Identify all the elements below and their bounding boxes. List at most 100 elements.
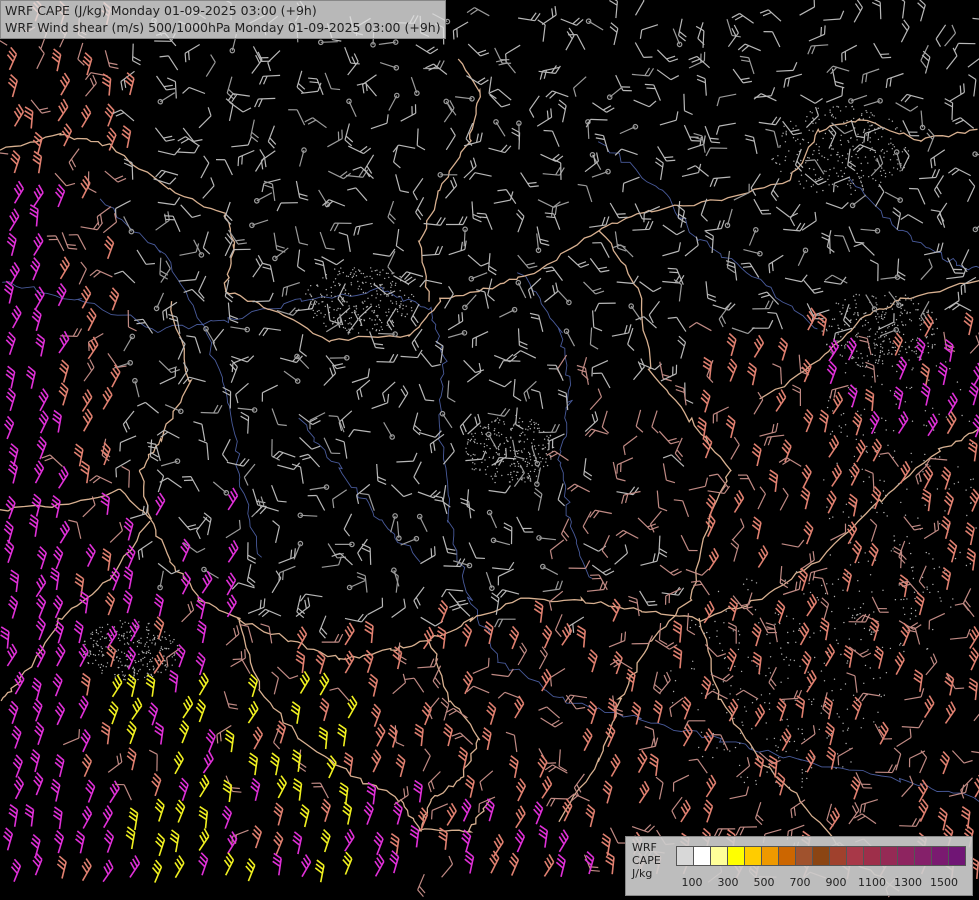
wind-barb bbox=[973, 707, 979, 722]
wind-barb bbox=[332, 489, 348, 509]
legend-tick: 700 bbox=[789, 876, 811, 889]
legend-label-unit: J/kg bbox=[632, 867, 653, 880]
wind-barb bbox=[941, 466, 952, 490]
wind-barb bbox=[156, 75, 176, 91]
wind-barb bbox=[157, 147, 181, 156]
wind-barb bbox=[727, 622, 737, 644]
wind-barb bbox=[184, 43, 201, 63]
wind-barb bbox=[344, 123, 354, 147]
wind-barb bbox=[223, 852, 235, 876]
wind-barb bbox=[344, 828, 355, 852]
wind-barb bbox=[329, 222, 352, 232]
wind-barb bbox=[781, 539, 805, 548]
wind-barb bbox=[198, 439, 209, 461]
wind-barb bbox=[158, 360, 180, 374]
wind-barb bbox=[900, 19, 910, 43]
wind-barb bbox=[326, 303, 339, 324]
wind-barb bbox=[297, 512, 318, 519]
wind-barb bbox=[271, 570, 282, 594]
wind-barb bbox=[967, 56, 979, 68]
wind-barb bbox=[31, 307, 42, 332]
wind-barb bbox=[947, 392, 958, 416]
wind-barb bbox=[757, 545, 769, 568]
wind-barb bbox=[181, 476, 200, 492]
wind-barb bbox=[102, 859, 114, 883]
wind-barb bbox=[252, 726, 264, 750]
wind-barb bbox=[703, 600, 715, 624]
wind-barb bbox=[160, 260, 171, 283]
wind-barb bbox=[2, 827, 14, 851]
wind-barb bbox=[842, 304, 852, 328]
wind-barb bbox=[420, 352, 441, 368]
legend-swatch bbox=[931, 846, 949, 866]
wind-barb bbox=[412, 412, 422, 436]
wind-barb bbox=[123, 158, 134, 180]
wind-barb bbox=[0, 626, 10, 649]
wind-barb bbox=[446, 216, 468, 226]
wind-barb bbox=[58, 330, 70, 354]
wind-barb bbox=[875, 764, 897, 774]
wind-barb bbox=[584, 411, 599, 433]
wind-barb bbox=[601, 534, 610, 558]
wind-barb bbox=[616, 486, 640, 496]
wind-barb bbox=[413, 779, 423, 803]
wind-barb bbox=[520, 172, 539, 188]
wind-barb bbox=[164, 404, 184, 415]
wind-barb bbox=[752, 651, 762, 675]
wind-barb bbox=[494, 618, 516, 628]
wind-barb bbox=[730, 538, 740, 562]
wind-barb bbox=[919, 110, 926, 131]
legend-swatch bbox=[676, 846, 694, 866]
wind-barb bbox=[374, 853, 385, 877]
wind-barb bbox=[318, 726, 328, 750]
wind-barb bbox=[258, 608, 282, 618]
wind-barb bbox=[223, 691, 239, 710]
wind-barb bbox=[59, 256, 70, 280]
wind-barb bbox=[23, 106, 34, 129]
wind-barb bbox=[601, 410, 610, 434]
wind-barb bbox=[824, 643, 836, 667]
wind-barb bbox=[466, 362, 482, 383]
wind-barb bbox=[391, 567, 400, 587]
wind-barb bbox=[817, 312, 828, 336]
wind-barb bbox=[869, 518, 878, 542]
wind-barb bbox=[344, 622, 355, 646]
wind-barb bbox=[708, 547, 720, 571]
wind-barb bbox=[967, 438, 978, 462]
wind-barb bbox=[803, 279, 824, 294]
wind-barb bbox=[300, 854, 312, 878]
wind-barb bbox=[515, 778, 527, 802]
wind-barb bbox=[610, 598, 621, 622]
wind-barb bbox=[616, 275, 639, 285]
legend-swatch bbox=[897, 846, 915, 866]
wind-barb bbox=[448, 240, 467, 256]
wind-barb bbox=[409, 824, 420, 848]
wind-barb bbox=[415, 197, 425, 220]
wind-barb bbox=[625, 668, 636, 692]
wind-barb bbox=[56, 283, 67, 307]
wind-barb bbox=[230, 649, 246, 668]
wind-barb bbox=[260, 150, 276, 170]
wind-barb bbox=[351, 368, 370, 384]
wind-barb bbox=[107, 753, 123, 773]
wind-barb bbox=[923, 695, 935, 719]
wind-barb bbox=[917, 779, 929, 803]
wind-barb bbox=[730, 436, 740, 460]
wind-barb bbox=[80, 728, 91, 753]
wind-barb bbox=[295, 597, 311, 617]
wind-barb bbox=[368, 673, 379, 697]
wind-barb bbox=[538, 825, 549, 848]
wind-barb bbox=[673, 499, 690, 518]
wind-barb bbox=[34, 286, 45, 310]
wind-barb bbox=[589, 327, 599, 350]
wind-barb bbox=[847, 493, 858, 517]
wind-barb bbox=[648, 300, 660, 324]
wind-barb bbox=[485, 571, 495, 592]
wind-barb bbox=[622, 176, 640, 193]
wind-barb bbox=[775, 772, 786, 796]
wind-barb bbox=[508, 755, 519, 779]
wind-barb bbox=[383, 421, 396, 440]
river bbox=[2, 281, 979, 803]
wind-barb bbox=[35, 333, 46, 357]
wind-barb bbox=[104, 170, 127, 183]
